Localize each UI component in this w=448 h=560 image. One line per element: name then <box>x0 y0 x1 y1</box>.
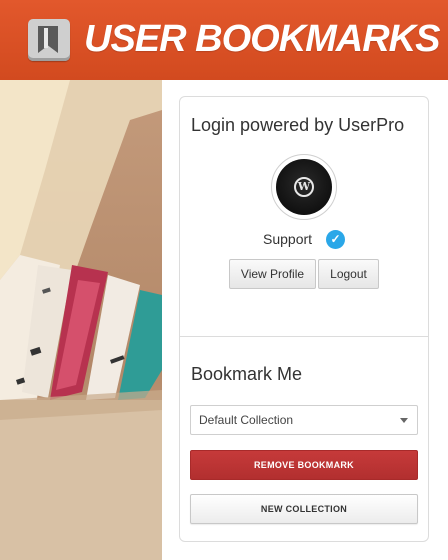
collection-select[interactable]: Default Collection <box>190 405 418 435</box>
wordpress-icon: W <box>294 177 314 197</box>
view-profile-button[interactable]: View Profile <box>229 259 316 289</box>
site-header: USER BOOKMARKS <box>0 0 448 80</box>
verified-check-icon: ✓ <box>326 230 345 249</box>
widget-card: Login powered by UserPro W Support ✓ Vie… <box>179 96 429 542</box>
widget-divider <box>180 336 428 337</box>
collection-select-value: Default Collection <box>199 413 294 427</box>
username[interactable]: Support <box>263 231 312 247</box>
site-title[interactable]: USER BOOKMARKS <box>84 18 440 61</box>
avatar-image: W <box>276 159 332 215</box>
remove-bookmark-button[interactable]: REMOVE BOOKMARK <box>190 450 418 480</box>
books-illustration <box>0 80 162 560</box>
hero-image <box>0 80 162 560</box>
bookmark-icon[interactable] <box>28 19 70 61</box>
logout-button[interactable]: Logout <box>318 259 379 289</box>
avatar[interactable]: W <box>271 154 337 220</box>
login-widget-title: Login powered by UserPro <box>191 115 405 135</box>
chevron-down-icon <box>400 418 408 423</box>
new-collection-button[interactable]: NEW COLLECTION <box>190 494 418 524</box>
bookmark-widget-title: Bookmark Me <box>191 364 303 384</box>
